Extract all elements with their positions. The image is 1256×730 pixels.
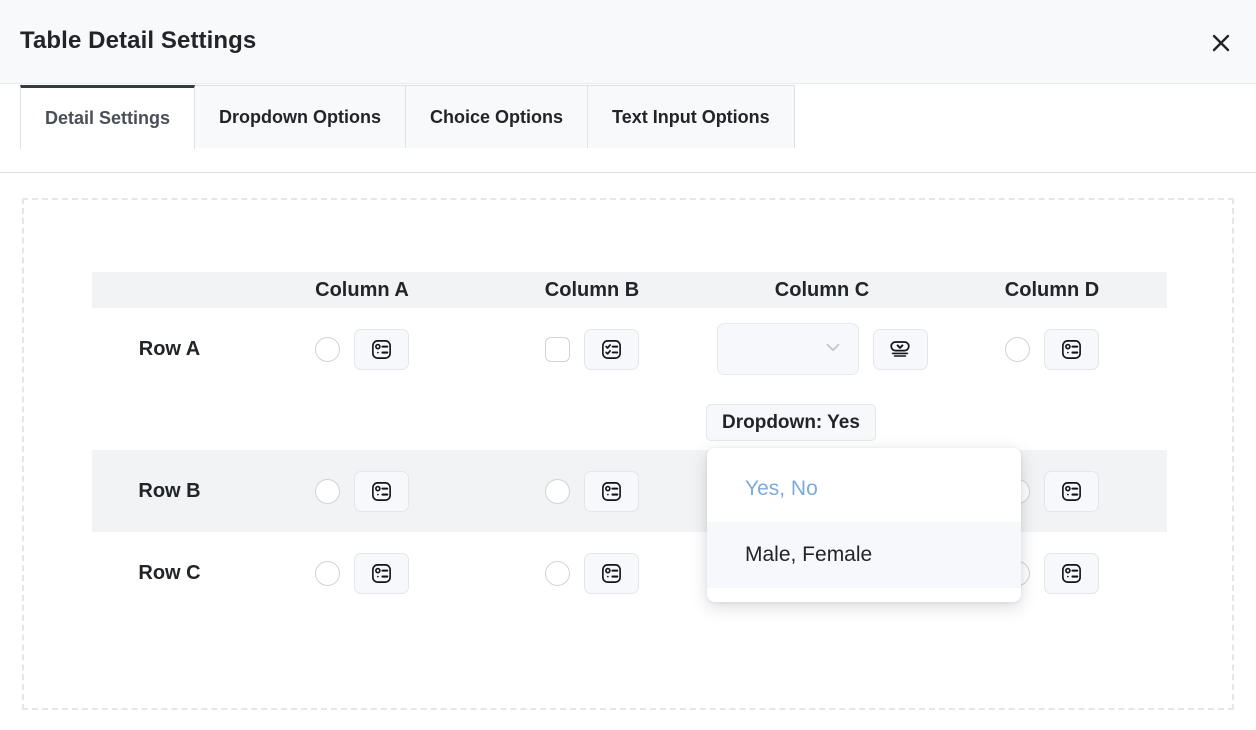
table-drop-zone[interactable]: Column A Column B Column C Column D Row … (22, 198, 1234, 710)
tab-label: Choice Options (430, 107, 563, 128)
radio-list-icon-button[interactable] (1044, 553, 1099, 594)
cell-row-c-col-a (247, 553, 477, 594)
page-title: Table Detail Settings (20, 27, 256, 55)
radio-list-icon-button[interactable] (1044, 329, 1099, 370)
radio-button[interactable] (545, 479, 570, 504)
radio-button[interactable] (315, 337, 340, 362)
dropdown-tooltip-badge: Dropdown: Yes (706, 404, 876, 441)
tab-strip: Detail Settings Dropdown Options Choice … (0, 85, 1256, 173)
cell-row-a-col-b (477, 329, 707, 370)
checklist-icon-button[interactable] (584, 329, 639, 370)
checkbox[interactable] (545, 337, 570, 362)
table-detail-settings-modal: Table Detail Settings Detail Settings Dr… (0, 0, 1256, 730)
column-header-d: Column D (937, 279, 1167, 302)
radio-list-icon (600, 480, 623, 503)
radio-list-icon (370, 338, 393, 361)
dropdown-option-label: Male, Female (745, 543, 872, 567)
column-header-a: Column A (247, 279, 477, 302)
dropdown-option-male-female[interactable]: Male, Female (707, 522, 1021, 588)
chevron-down-icon (822, 336, 844, 363)
dropdown-option-label: Yes, No (745, 477, 818, 501)
tab-detail-settings[interactable]: Detail Settings (20, 85, 195, 149)
radio-list-icon (1060, 562, 1083, 585)
column-header-c: Column C (707, 279, 937, 302)
table-header-row: Column A Column B Column C Column D (92, 272, 1167, 308)
radio-list-icon (1060, 480, 1083, 503)
close-icon[interactable] (1206, 28, 1236, 58)
cell-row-b-col-a (247, 471, 477, 512)
column-header-b: Column B (477, 279, 707, 302)
radio-list-icon-button[interactable] (354, 553, 409, 594)
row-label-b: Row B (92, 480, 247, 503)
tab-label: Dropdown Options (219, 107, 381, 128)
radio-list-icon (1060, 338, 1083, 361)
radio-list-icon-button[interactable] (584, 471, 639, 512)
tab-label: Detail Settings (45, 108, 170, 129)
row-a-spacer (92, 390, 1167, 450)
cell-row-a-col-c (707, 323, 937, 375)
dropdown-select[interactable] (717, 323, 859, 375)
dropdown-icon-button[interactable] (873, 329, 928, 370)
row-label-a: Row A (92, 338, 247, 361)
checklist-icon (600, 338, 623, 361)
radio-button[interactable] (1005, 337, 1030, 362)
radio-list-icon-button[interactable] (1044, 471, 1099, 512)
radio-list-icon (370, 480, 393, 503)
radio-list-icon (600, 562, 623, 585)
radio-list-icon-button[interactable] (354, 329, 409, 370)
modal-header: Table Detail Settings (0, 0, 1256, 84)
cell-row-a-col-a (247, 329, 477, 370)
row-label-c: Row C (92, 562, 247, 585)
radio-list-icon-button[interactable] (584, 553, 639, 594)
cell-row-a-col-d (937, 329, 1167, 370)
radio-button[interactable] (315, 479, 340, 504)
dropdown-option-yes-no[interactable]: Yes, No (707, 456, 1021, 522)
radio-list-icon (370, 562, 393, 585)
tab-choice-options[interactable]: Choice Options (405, 85, 588, 148)
dropdown-icon (888, 337, 912, 361)
dropdown-options-menu: Yes, No Male, Female (707, 448, 1021, 602)
tab-dropdown-options[interactable]: Dropdown Options (194, 85, 406, 148)
radio-list-icon-button[interactable] (354, 471, 409, 512)
radio-button[interactable] (545, 561, 570, 586)
cell-row-b-col-b (477, 471, 707, 512)
radio-button[interactable] (315, 561, 340, 586)
table-row: Row A (92, 308, 1167, 390)
tab-text-input-options[interactable]: Text Input Options (587, 85, 795, 148)
tab-label: Text Input Options (612, 107, 770, 128)
cell-row-c-col-b (477, 553, 707, 594)
